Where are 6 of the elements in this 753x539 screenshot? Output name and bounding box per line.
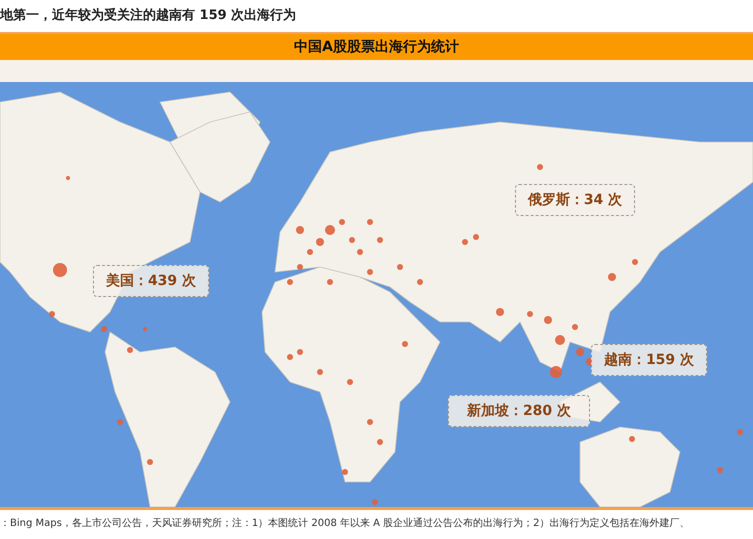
source-note: ：Bing Maps，各上市公司公告，天风证券研究所；注：1）本图统计 2008 年以来 A 股企业通过公告公布的出海行为；2）出海行为定义包括在海外建厂、	[0, 507, 753, 536]
callout-label: 越南：159 次	[591, 344, 707, 376]
callout-label: 新加坡：280 次	[448, 395, 590, 427]
callout-label: 俄罗斯：34 次	[515, 184, 635, 216]
chart-title: 中国A股股票出海行为统计	[294, 38, 459, 56]
callout-label: 美国：439 次	[93, 265, 209, 297]
